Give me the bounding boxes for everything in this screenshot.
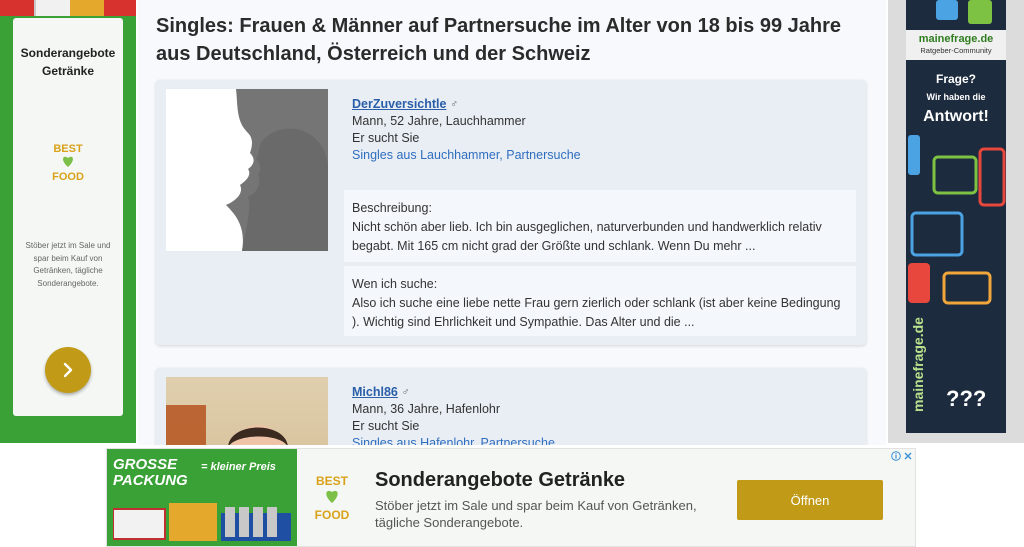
question-marks-icon: ??? xyxy=(946,386,987,411)
svg-text:FOOD: FOOD xyxy=(315,508,350,522)
search-label: Wen ich suche: xyxy=(352,277,438,291)
profile-name-row: Michl86 ♂ xyxy=(352,384,852,401)
svg-text:BEST: BEST xyxy=(53,143,83,155)
page-title: Singles: Frauen & Männer auf Partnersuch… xyxy=(156,15,842,65)
ad-choices[interactable] xyxy=(891,450,913,462)
profile-name-row: DerZuversichtle ♂ xyxy=(352,96,852,113)
page: Sonderangebote Getränke BEST FOOD Stöber… xyxy=(0,0,1024,547)
profile-details: Mann, 36 Jahre, Hafenlohr xyxy=(352,402,501,416)
left-ad-go-button[interactable] xyxy=(45,347,91,393)
right-ad-question: Frage? xyxy=(935,72,976,86)
best-food-logo: BEST FOOD xyxy=(315,474,350,522)
close-icon[interactable] xyxy=(903,451,913,461)
svg-text:FOOD: FOOD xyxy=(52,171,84,183)
ad-product-strip xyxy=(0,0,136,16)
right-ad-creative[interactable]: mainefrage.de Ratgeber-Community Frage? … xyxy=(906,0,1006,433)
profile-info: DerZuversichtle ♂ Mann, 52 Jahre, Lauchh… xyxy=(352,96,852,164)
male-gender-icon: ♂ xyxy=(401,387,410,398)
profile-description-box: Beschreibung: Nicht schön aber lieb. Ich… xyxy=(344,190,856,262)
right-ad-answer: Antwort! xyxy=(923,108,989,125)
profile-info: Michl86 ♂ Mann, 36 Jahre, Hafenlohr Er s… xyxy=(352,384,852,445)
drink-products-icon xyxy=(113,503,291,541)
bottom-banner-ad[interactable]: GROSSE PACKUNG = kleiner Preis BEST FOOD… xyxy=(106,448,916,547)
bottom-ad-promo-image: GROSSE PACKUNG = kleiner Preis xyxy=(107,449,297,546)
profile-details: Mann, 52 Jahre, Lauchhammer xyxy=(352,114,526,128)
chat-bubbles-icon xyxy=(908,135,1006,305)
main-content: Singles: Frauen & Männer auf Partnersuch… xyxy=(138,0,886,445)
left-skyscraper-ad[interactable]: Sonderangebote Getränke BEST FOOD Stöber… xyxy=(0,0,136,443)
chevron-right-icon xyxy=(63,362,73,378)
profile-card: DerZuversichtle ♂ Mann, 52 Jahre, Lauchh… xyxy=(156,80,866,345)
profile-search-box: Wen ich suche: Also ich suche eine liebe… xyxy=(344,266,856,336)
promo-suffix: = kleiner Preis xyxy=(201,461,276,473)
promo-headline: GROSSE PACKUNG xyxy=(113,456,188,489)
svg-text:BEST: BEST xyxy=(316,474,349,488)
profile-location-link[interactable]: Singles aus Hafenlohr, Partnersuche xyxy=(352,435,852,445)
profile-card: Michl86 ♂ Mann, 36 Jahre, Hafenlohr Er s… xyxy=(156,368,866,445)
left-ad-description: Stöber jetzt im Sale und spar beim Kauf … xyxy=(25,241,111,288)
bottom-ad-title[interactable]: Sonderangebote Getränke xyxy=(375,469,625,492)
info-icon[interactable] xyxy=(891,451,901,461)
profile-location-link[interactable]: Singles aus Lauchhammer, Partnersuche xyxy=(352,147,852,164)
right-ad-subline: Wir haben die xyxy=(926,92,986,102)
profile-name-link[interactable]: Michl86 xyxy=(352,384,398,401)
description-label: Beschreibung: xyxy=(352,201,432,215)
profile-name-link[interactable]: DerZuversichtle xyxy=(352,96,446,113)
search-text: Also ich suche eine liebe nette Frau ger… xyxy=(352,296,841,329)
open-button[interactable]: Öffnen xyxy=(737,480,883,520)
profile-photo[interactable] xyxy=(166,377,328,445)
male-gender-icon: ♂ xyxy=(450,99,458,110)
left-ad-title: Sonderangebote Getränke xyxy=(20,46,116,78)
right-ad-brand-name: mainefrage.de xyxy=(918,33,994,45)
bottom-ad-text: Stöber jetzt im Sale und spar beim Kauf … xyxy=(375,498,697,530)
couple-silhouette-icon xyxy=(166,89,328,251)
right-ad-brand-sub: Ratgeber-Community xyxy=(920,46,992,55)
best-food-logo: BEST FOOD xyxy=(52,143,84,183)
right-skyscraper-ad[interactable]: mainefrage.de Ratgeber-Community Frage? … xyxy=(888,0,1024,443)
speech-bubble-icon xyxy=(936,0,992,24)
profile-seeking: Er sucht Sie xyxy=(352,131,420,145)
right-ad-vertical-brand: mainefrage.de xyxy=(910,317,926,413)
left-ad-card[interactable]: Sonderangebote Getränke BEST FOOD Stöber… xyxy=(13,18,123,416)
profile-seeking: Er sucht Sie xyxy=(352,419,420,433)
right-ad-brand: mainefrage.de Ratgeber-Community xyxy=(906,30,1006,60)
description-text: Nicht schön aber lieb. Ich bin ausgeglic… xyxy=(352,220,822,253)
person-photo-icon xyxy=(166,405,288,445)
profile-placeholder-photo[interactable] xyxy=(166,89,328,251)
